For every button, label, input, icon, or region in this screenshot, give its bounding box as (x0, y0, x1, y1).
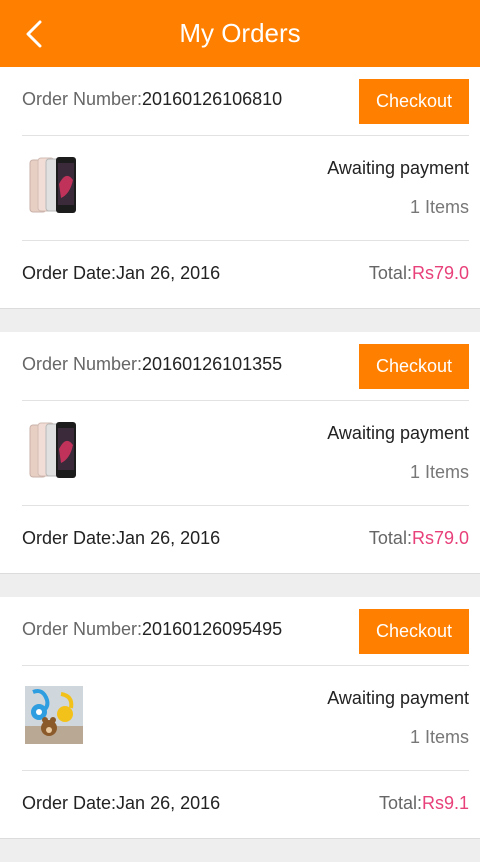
app-header: My Orders (0, 0, 480, 67)
order-status: Awaiting payment (327, 688, 469, 708)
order-date-label: Order Date: (22, 263, 117, 283)
order-date: Order Date:Jan 26, 2016 (22, 528, 220, 549)
order-total: Total:Rs79.0 (369, 263, 469, 284)
order-total-amount: Rs9.1 (421, 793, 469, 813)
checkout-button[interactable]: Checkout (359, 344, 469, 389)
order-number-label: Order Number: (22, 619, 143, 639)
iphone-icon (29, 422, 76, 478)
order-number-value: 20160126101355 (142, 354, 283, 374)
order-date-value: Jan 26, 2016 (116, 528, 221, 548)
iphone-product-image[interactable] (25, 154, 83, 216)
order-date-label: Order Date: (22, 528, 117, 548)
order-total-amount: Rs79.0 (411, 263, 469, 283)
iphone-product-image[interactable] (25, 419, 83, 481)
order-card[interactable]: Order Number:20160126101355 Checkout Awa… (0, 332, 480, 574)
order-date-value: Jan 26, 2016 (116, 263, 221, 283)
order-product-row[interactable]: Awaiting payment 1 Items (0, 666, 480, 770)
order-date-value: Jan 26, 2016 (116, 793, 221, 813)
order-total-amount: Rs79.0 (411, 528, 469, 548)
order-card[interactable]: Order Number:20160126095495 Checkout Awa… (0, 597, 480, 839)
order-header-row: Order Number:20160126095495 Checkout (0, 597, 480, 665)
order-card[interactable]: Order Number:20160126106810 Checkout Awa… (0, 67, 480, 309)
order-total-label: Total: (368, 528, 412, 548)
cartoon-cable-icon (25, 686, 83, 744)
order-number: Order Number:20160126095495 (22, 619, 282, 640)
order-date: Order Date:Jan 26, 2016 (22, 263, 220, 284)
checkout-button[interactable]: Checkout (359, 609, 469, 654)
order-total-label: Total: (368, 263, 412, 283)
order-header-row: Order Number:20160126106810 Checkout (0, 67, 480, 135)
page-title: My Orders (179, 18, 301, 48)
order-number-value: 20160126095495 (142, 619, 283, 639)
order-date-label: Order Date: (22, 793, 117, 813)
order-header-row: Order Number:20160126101355 Checkout (0, 332, 480, 400)
order-list: Order Number:20160126106810 Checkout Awa… (0, 67, 480, 862)
item-count: 1 Items (409, 197, 469, 217)
order-status: Awaiting payment (327, 158, 469, 178)
order-date: Order Date:Jan 26, 2016 (22, 793, 220, 814)
order-status: Awaiting payment (327, 423, 469, 443)
item-count: 1 Items (409, 727, 469, 747)
checkout-button[interactable]: Checkout (359, 79, 469, 124)
cartoon-cable-product-image[interactable] (25, 684, 83, 746)
order-total: Total:Rs9.1 (379, 793, 469, 814)
order-number: Order Number:20160126106810 (22, 89, 282, 110)
order-total-label: Total: (378, 793, 422, 813)
order-number-value: 20160126106810 (142, 89, 283, 109)
iphone-icon (29, 157, 76, 213)
order-footer-row: Order Date:Jan 26, 2016 Total:Rs79.0 (0, 241, 480, 308)
order-total: Total:Rs79.0 (369, 528, 469, 549)
item-count: 1 Items (409, 462, 469, 482)
order-product-row[interactable]: Awaiting payment 1 Items (0, 136, 480, 240)
order-number-label: Order Number: (22, 89, 143, 109)
order-number-label: Order Number: (22, 354, 143, 374)
order-footer-row: Order Date:Jan 26, 2016 Total:Rs79.0 (0, 506, 480, 573)
order-number: Order Number:20160126101355 (22, 354, 282, 375)
order-footer-row: Order Date:Jan 26, 2016 Total:Rs9.1 (0, 771, 480, 838)
order-product-row[interactable]: Awaiting payment 1 Items (0, 401, 480, 505)
